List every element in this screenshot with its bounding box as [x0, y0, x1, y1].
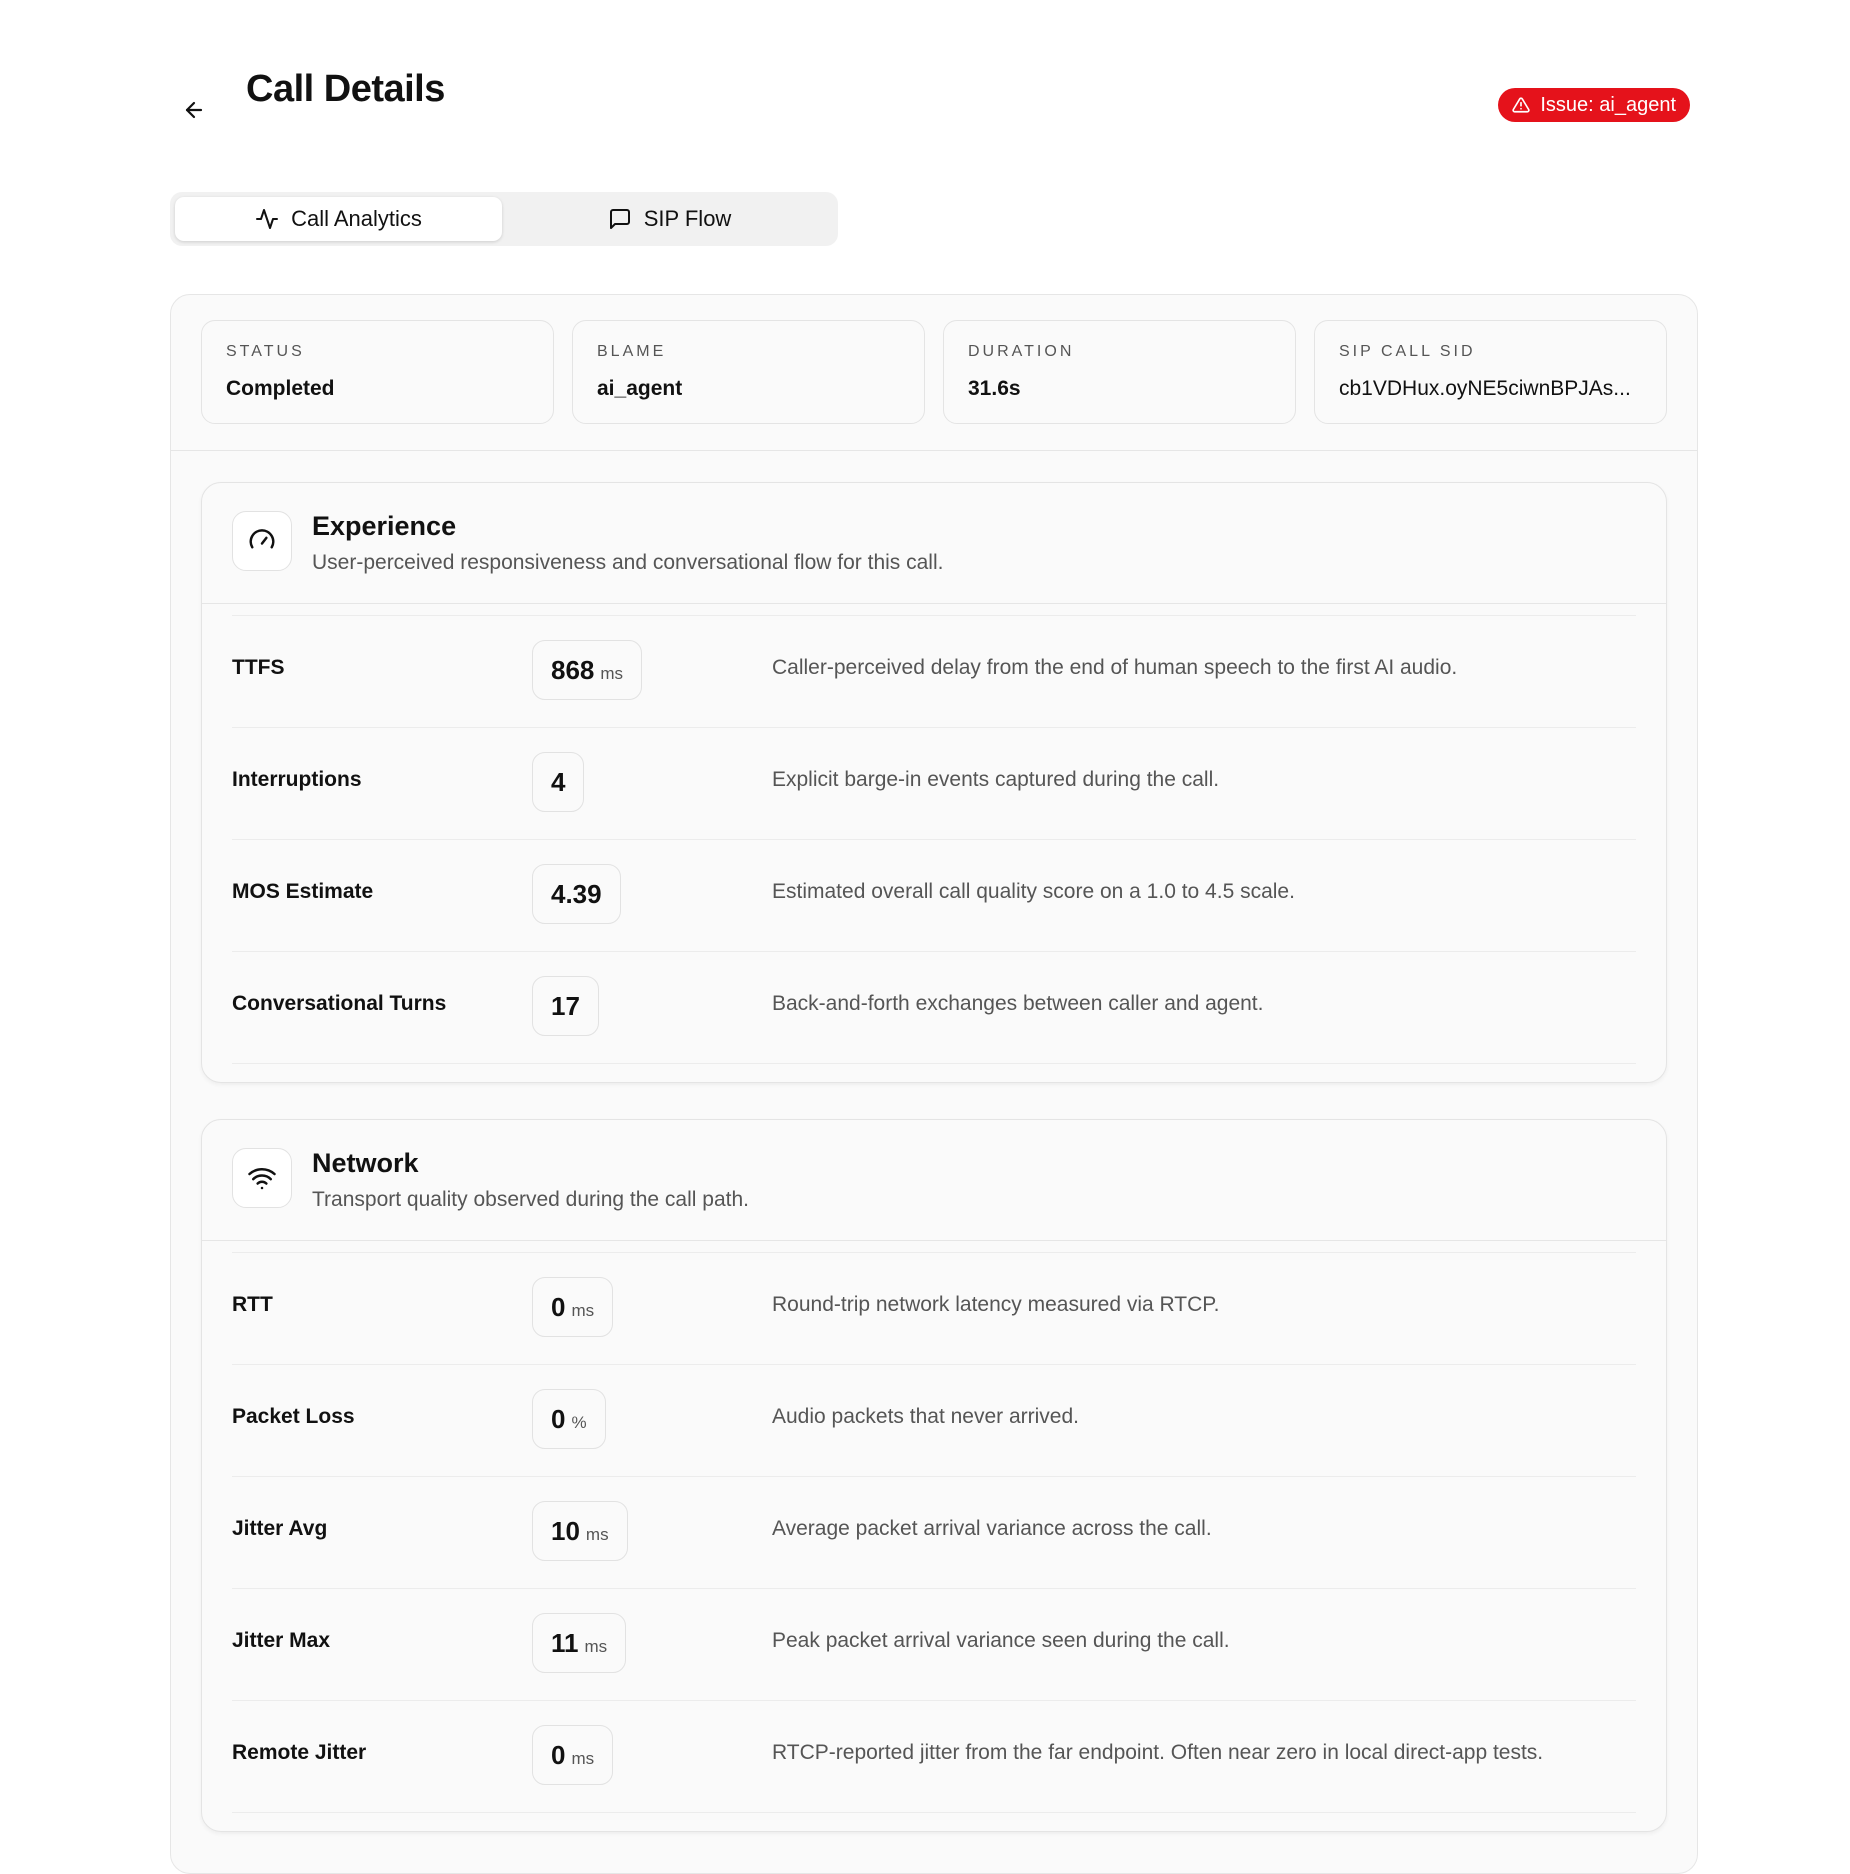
metric-value-pill: 10 ms	[532, 1501, 628, 1561]
metric-row: Interruptions 4 Explicit barge-in events c…	[232, 728, 1636, 840]
activity-icon	[256, 209, 279, 229]
divider	[171, 450, 1697, 451]
section-title: Network	[312, 1148, 419, 1178]
page-header: Call Details Issue: ai_agent	[170, 60, 1690, 130]
metric-value: 0	[551, 1292, 566, 1322]
summary-card-duration: DURATION 31.6s	[943, 320, 1296, 424]
metric-value: 17	[551, 991, 580, 1021]
alert-triangle-icon	[1512, 97, 1530, 113]
metric-value-pill: 0 ms	[532, 1277, 614, 1337]
metric-row: RTT 0 ms Round-trip network latency measure…	[232, 1253, 1636, 1365]
metric-value-pill: 0%	[532, 1389, 606, 1449]
section-title: Experience	[312, 511, 457, 541]
arrow-left-icon	[185, 101, 203, 119]
metric-value-pill: 11 ms	[532, 1613, 627, 1673]
gauge-icon	[232, 511, 292, 571]
metric-value: 0	[551, 1740, 566, 1770]
summary-label: SIP CALL SID	[1339, 343, 1476, 360]
tab-bar: Call Analytics SIP Flow	[170, 192, 838, 246]
metric-row: Packet Loss 0% Audio packets that never ar…	[232, 1365, 1636, 1477]
metric-name: TTFS	[232, 656, 285, 679]
metric-row: Jitter Max 11 ms Peak packet arrival varian…	[232, 1589, 1636, 1701]
metric-value-pill: 0 ms	[532, 1725, 614, 1785]
metric-name: Interruptions	[232, 768, 362, 791]
metric-value: 10	[551, 1516, 580, 1546]
metric-description: Audio packets that never arrived.	[772, 1405, 1080, 1428]
page-title: Call Details	[246, 68, 445, 110]
metric-row: Remote Jitter 0 ms RTCP-reported jitter fro…	[232, 1701, 1636, 1813]
wifi-icon	[232, 1148, 292, 1208]
metric-list: TTFS 868 ms Caller-perceived delay from the…	[232, 615, 1636, 1064]
metric-description: Explicit barge-in events captured during…	[772, 768, 1220, 791]
issue-badge-label: Issue: ai_agent	[1540, 93, 1676, 116]
metric-value: 4.39	[551, 879, 602, 909]
metric-description: Round-trip network latency measured via …	[772, 1293, 1220, 1316]
metric-value: 868	[551, 655, 595, 685]
metric-name: RTT	[232, 1293, 273, 1316]
metric-name: MOS Estimate	[232, 880, 374, 903]
message-square-icon	[609, 209, 630, 229]
experience-section: Experience User-perceived responsiveness…	[201, 482, 1667, 1083]
metric-unit: ms	[585, 1525, 609, 1544]
summary-label: STATUS	[226, 343, 305, 360]
summary-value: 31.6s	[968, 377, 1021, 400]
summary-value[interactable]: cb1VDHux.oyNE5ciwnBPJAs...	[1339, 377, 1642, 401]
tab-label: SIP Flow	[643, 206, 732, 231]
metric-description: Back-and-forth exchanges between caller …	[772, 992, 1264, 1015]
metric-value-pill: 17	[532, 976, 599, 1036]
back-button[interactable]	[170, 86, 218, 134]
analytics-panel: STATUS Completed BLAME ai_agent DURATION…	[170, 294, 1698, 1874]
metric-row: Conversational Turns 17 Back-and-forth exc…	[232, 952, 1636, 1064]
metric-row: MOS Estimate 4.39 Estimated overall call q…	[232, 840, 1636, 952]
metric-value: 0	[551, 1404, 566, 1434]
metric-row: Jitter Avg 10 ms Average packet arrival var…	[232, 1477, 1636, 1589]
summary-card-sip-call-sid: SIP CALL SID cb1VDHux.oyNE5ciwnBPJAs...	[1314, 320, 1667, 424]
summary-label: BLAME	[597, 343, 667, 360]
summary-value: Completed	[226, 377, 335, 400]
metric-value-pill: 868 ms	[532, 640, 643, 700]
metric-name: Jitter Max	[232, 1629, 331, 1652]
summary-value: ai_agent	[597, 377, 683, 400]
metric-name: Jitter Avg	[232, 1517, 328, 1540]
metric-list: RTT 0 ms Round-trip network latency measure…	[232, 1252, 1636, 1813]
metric-unit: ms	[571, 1301, 595, 1320]
metric-unit: ms	[571, 1749, 595, 1768]
network-section: Network Transport quality observed durin…	[201, 1119, 1667, 1832]
issue-badge[interactable]: Issue: ai_agent	[1498, 88, 1690, 122]
summary-cards: STATUS Completed BLAME ai_agent DURATION…	[201, 320, 1667, 424]
tab-label: Call Analytics	[291, 206, 422, 231]
metric-unit: ms	[584, 1637, 608, 1656]
metric-row: TTFS 868 ms Caller-perceived delay from the…	[232, 616, 1636, 728]
metric-value: 4	[551, 767, 566, 797]
metric-description: Estimated overall call quality score on …	[772, 880, 1295, 903]
metric-value-pill: 4.39	[532, 864, 621, 924]
section-header: Network Transport quality observed durin…	[202, 1120, 1666, 1241]
metric-name: Remote Jitter	[232, 1741, 367, 1764]
metric-value: 11	[551, 1628, 579, 1658]
metric-value-pill: 4	[532, 752, 585, 812]
metric-unit: %	[571, 1413, 587, 1432]
tab-call-analytics[interactable]: Call Analytics	[175, 197, 502, 241]
summary-card-blame: BLAME ai_agent	[572, 320, 925, 424]
metric-name: Packet Loss	[232, 1405, 355, 1428]
tab-sip-flow[interactable]: SIP Flow	[506, 197, 833, 241]
metric-description: RTCP-reported jitter from the far endpoi…	[772, 1741, 1544, 1764]
metric-description: Caller-perceived delay from the end of h…	[772, 656, 1458, 679]
section-header: Experience User-perceived responsiveness…	[202, 483, 1666, 604]
metric-description: Peak packet arrival variance seen during…	[772, 1629, 1230, 1652]
metric-unit: ms	[600, 664, 624, 683]
section-subtitle: User-perceived responsiveness and conver…	[312, 551, 944, 574]
section-subtitle: Transport quality observed during the ca…	[312, 1188, 749, 1211]
summary-card-status: STATUS Completed	[201, 320, 554, 424]
metric-name: Conversational Turns	[232, 992, 447, 1015]
metric-description: Average packet arrival variance across t…	[772, 1517, 1212, 1540]
summary-label: DURATION	[968, 343, 1075, 360]
